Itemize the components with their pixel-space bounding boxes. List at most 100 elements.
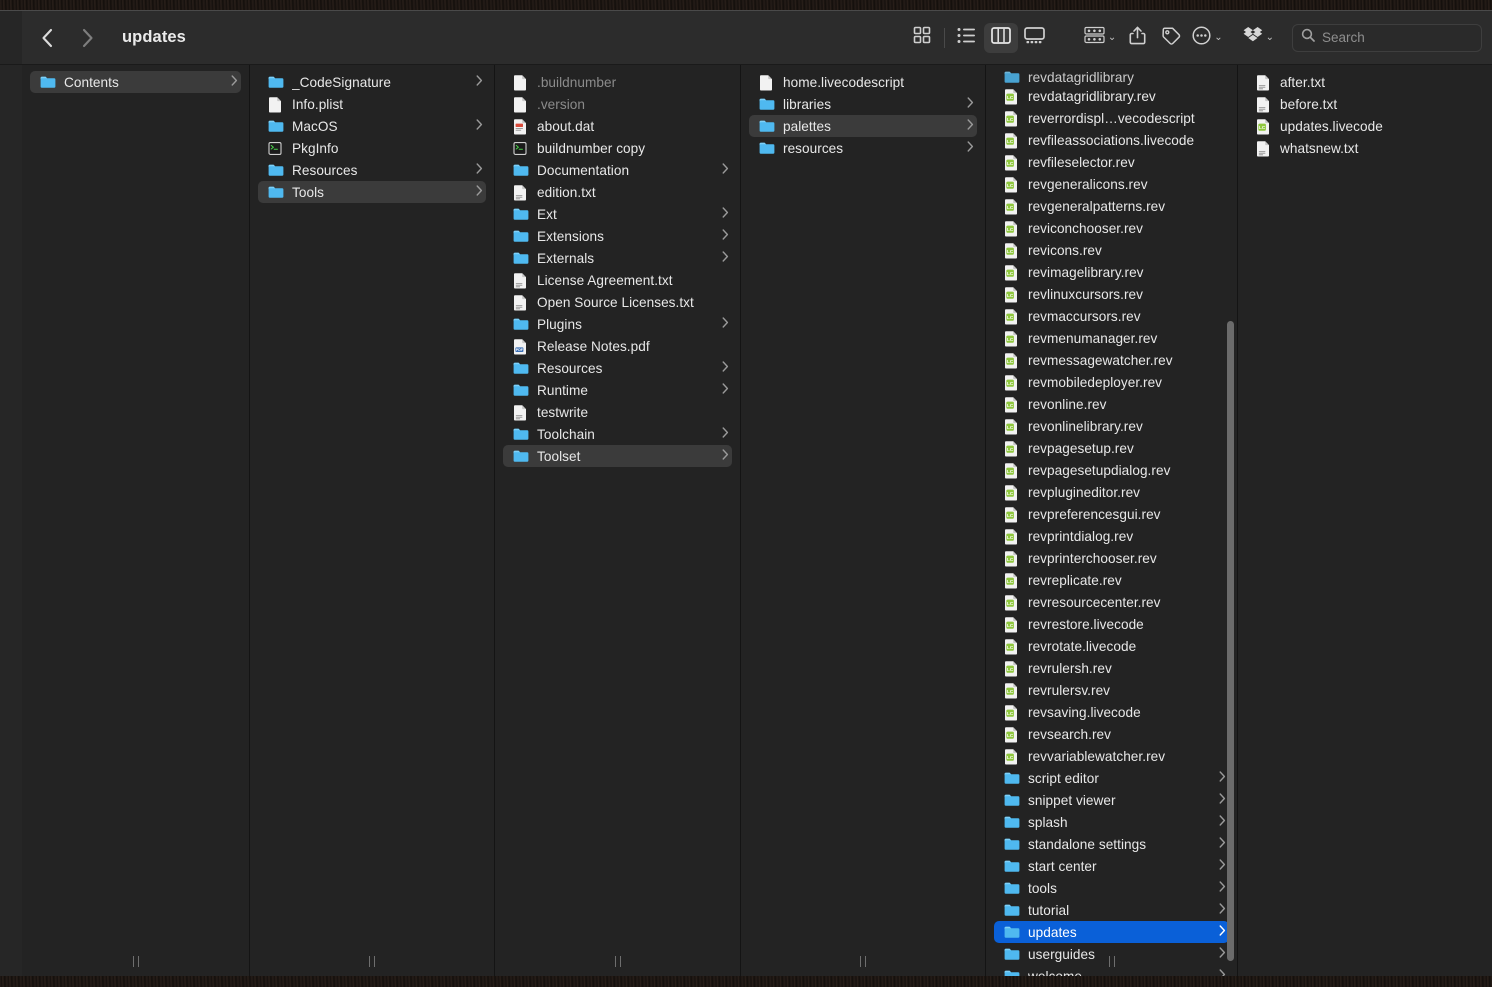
file-row[interactable]: LC updates.livecode xyxy=(1246,115,1484,137)
file-row[interactable]: LC reviconchooser.rev xyxy=(994,217,1229,239)
file-row[interactable]: Tools xyxy=(258,181,486,203)
clipped-file-row[interactable]: revdatagridlibrary xyxy=(994,71,1229,85)
file-row[interactable]: LC revfileassociations.livecode xyxy=(994,129,1229,151)
list-view-button[interactable] xyxy=(950,23,984,53)
file-row[interactable]: LC revfileselector.rev xyxy=(994,151,1229,173)
folder-icon xyxy=(513,251,529,266)
file-row[interactable]: LC revmaccursors.rev xyxy=(994,305,1229,327)
file-row[interactable]: .buildnumber xyxy=(503,71,732,93)
file-row[interactable]: LC revonlinelibrary.rev xyxy=(994,415,1229,437)
more-actions-button[interactable]: ⌄ xyxy=(1188,23,1226,53)
file-row[interactable]: .version xyxy=(503,93,732,115)
file-row[interactable]: about.dat xyxy=(503,115,732,137)
dropbox-button[interactable]: ⌄ xyxy=(1239,23,1278,53)
file-row[interactable]: LC revprinterchooser.rev xyxy=(994,547,1229,569)
file-row[interactable]: before.txt xyxy=(1246,93,1484,115)
file-row[interactable]: LC revresourcecenter.rev xyxy=(994,591,1229,613)
tags-button[interactable] xyxy=(1154,23,1188,53)
file-row[interactable]: Info.plist xyxy=(258,93,486,115)
file-row[interactable]: Documentation xyxy=(503,159,732,181)
file-icon xyxy=(759,74,774,90)
column-5-scrollbar[interactable] xyxy=(1227,321,1234,961)
livecode-file-icon: LC xyxy=(1004,528,1019,544)
file-row[interactable]: LC revrotate.livecode xyxy=(994,635,1229,657)
file-row[interactable]: Toolset xyxy=(503,445,732,467)
file-row[interactable]: Resources xyxy=(258,159,486,181)
file-row[interactable]: LC revgeneralicons.rev xyxy=(994,173,1229,195)
column-resize-handle-3[interactable] xyxy=(495,946,740,976)
column-resize-handle-2[interactable] xyxy=(250,946,494,976)
file-row[interactable]: script editor xyxy=(994,767,1229,789)
file-row[interactable]: Toolchain xyxy=(503,423,732,445)
file-row[interactable]: libraries xyxy=(749,93,977,115)
file-row[interactable]: LC revrulersv.rev xyxy=(994,679,1229,701)
file-row[interactable]: buildnumber copy xyxy=(503,137,732,159)
file-row[interactable]: LC revsearch.rev xyxy=(994,723,1229,745)
file-row[interactable]: whatsnew.txt xyxy=(1246,137,1484,159)
file-row[interactable]: Plugins xyxy=(503,313,732,335)
file-row[interactable]: LC revreplicate.rev xyxy=(994,569,1229,591)
file-row[interactable]: snippet viewer xyxy=(994,789,1229,811)
gallery-view-button[interactable] xyxy=(1018,23,1052,53)
file-row[interactable]: LC revimagelibrary.rev xyxy=(994,261,1229,283)
file-row[interactable]: tools xyxy=(994,877,1229,899)
file-row[interactable]: PkgInfo xyxy=(258,137,486,159)
file-row[interactable]: LC revsaving.livecode xyxy=(994,701,1229,723)
column-resize-handle-5[interactable] xyxy=(986,946,1237,976)
share-button[interactable] xyxy=(1120,23,1154,53)
column-resize-handle-1[interactable] xyxy=(22,946,249,976)
file-row[interactable]: edition.txt xyxy=(503,181,732,203)
file-row[interactable]: LC revrulersh.rev xyxy=(994,657,1229,679)
file-row[interactable]: _CodeSignature xyxy=(258,71,486,93)
file-row[interactable]: start center xyxy=(994,855,1229,877)
column-resize-handle-4[interactable] xyxy=(741,946,985,976)
file-row[interactable]: LC revprintdialog.rev xyxy=(994,525,1229,547)
file-row[interactable]: updates xyxy=(994,921,1229,943)
column-view-button[interactable] xyxy=(983,22,1018,53)
file-row[interactable]: splash xyxy=(994,811,1229,833)
group-by-button[interactable]: ⌄ xyxy=(1080,23,1120,53)
file-row[interactable]: standalone settings xyxy=(994,833,1229,855)
file-row[interactable]: Runtime xyxy=(503,379,732,401)
file-row[interactable]: LC revmobiledeployer.rev xyxy=(994,371,1229,393)
file-row[interactable]: testwrite xyxy=(503,401,732,423)
file-row[interactable]: Contents xyxy=(30,71,241,93)
file-row[interactable]: LC revpagesetup.rev xyxy=(994,437,1229,459)
forward-button[interactable] xyxy=(74,23,100,53)
file-row[interactable]: after.txt xyxy=(1246,71,1484,93)
livecode-file-icon: LC xyxy=(1004,550,1019,566)
file-row[interactable]: LC reverrordispl…vecodescript xyxy=(994,107,1229,129)
livecode-file-icon: LC xyxy=(1004,242,1019,258)
file-row[interactable]: Extensions xyxy=(503,225,732,247)
file-name: Open Source Licenses.txt xyxy=(537,294,694,310)
icon-view-button[interactable] xyxy=(905,23,939,53)
file-row[interactable]: palettes xyxy=(749,115,977,137)
file-row[interactable]: PDF Release Notes.pdf xyxy=(503,335,732,357)
disclosure-chevron-icon xyxy=(722,317,732,331)
back-button[interactable] xyxy=(34,23,60,53)
file-row[interactable]: LC revvariablewatcher.rev xyxy=(994,745,1229,767)
livecode-file-icon: LC xyxy=(1004,440,1019,456)
file-row[interactable]: Resources xyxy=(503,357,732,379)
file-row[interactable]: LC revdatagridlibrary.rev xyxy=(994,85,1229,107)
file-row[interactable]: License Agreement.txt xyxy=(503,269,732,291)
search-field[interactable]: Search xyxy=(1292,23,1482,52)
file-row[interactable]: LC revpagesetupdialog.rev xyxy=(994,459,1229,481)
file-row[interactable]: LC revrestore.livecode xyxy=(994,613,1229,635)
file-row[interactable]: MacOS xyxy=(258,115,486,137)
file-row[interactable]: LC revgeneralpatterns.rev xyxy=(994,195,1229,217)
file-row[interactable]: home.livecodescript xyxy=(749,71,977,93)
file-row[interactable]: Ext xyxy=(503,203,732,225)
file-row[interactable]: tutorial xyxy=(994,899,1229,921)
file-row[interactable]: LC revplugineditor.rev xyxy=(994,481,1229,503)
file-row[interactable]: LC revonline.rev xyxy=(994,393,1229,415)
file-row[interactable]: LC revmenumanager.rev xyxy=(994,327,1229,349)
file-row[interactable]: LC revpreferencesgui.rev xyxy=(994,503,1229,525)
file-row[interactable]: LC revicons.rev xyxy=(994,239,1229,261)
file-row[interactable]: Open Source Licenses.txt xyxy=(503,291,732,313)
file-row[interactable]: resources xyxy=(749,137,977,159)
file-row[interactable]: Externals xyxy=(503,247,732,269)
folder-icon xyxy=(1004,793,1020,808)
file-row[interactable]: LC revmessagewatcher.rev xyxy=(994,349,1229,371)
file-row[interactable]: LC revlinuxcursors.rev xyxy=(994,283,1229,305)
